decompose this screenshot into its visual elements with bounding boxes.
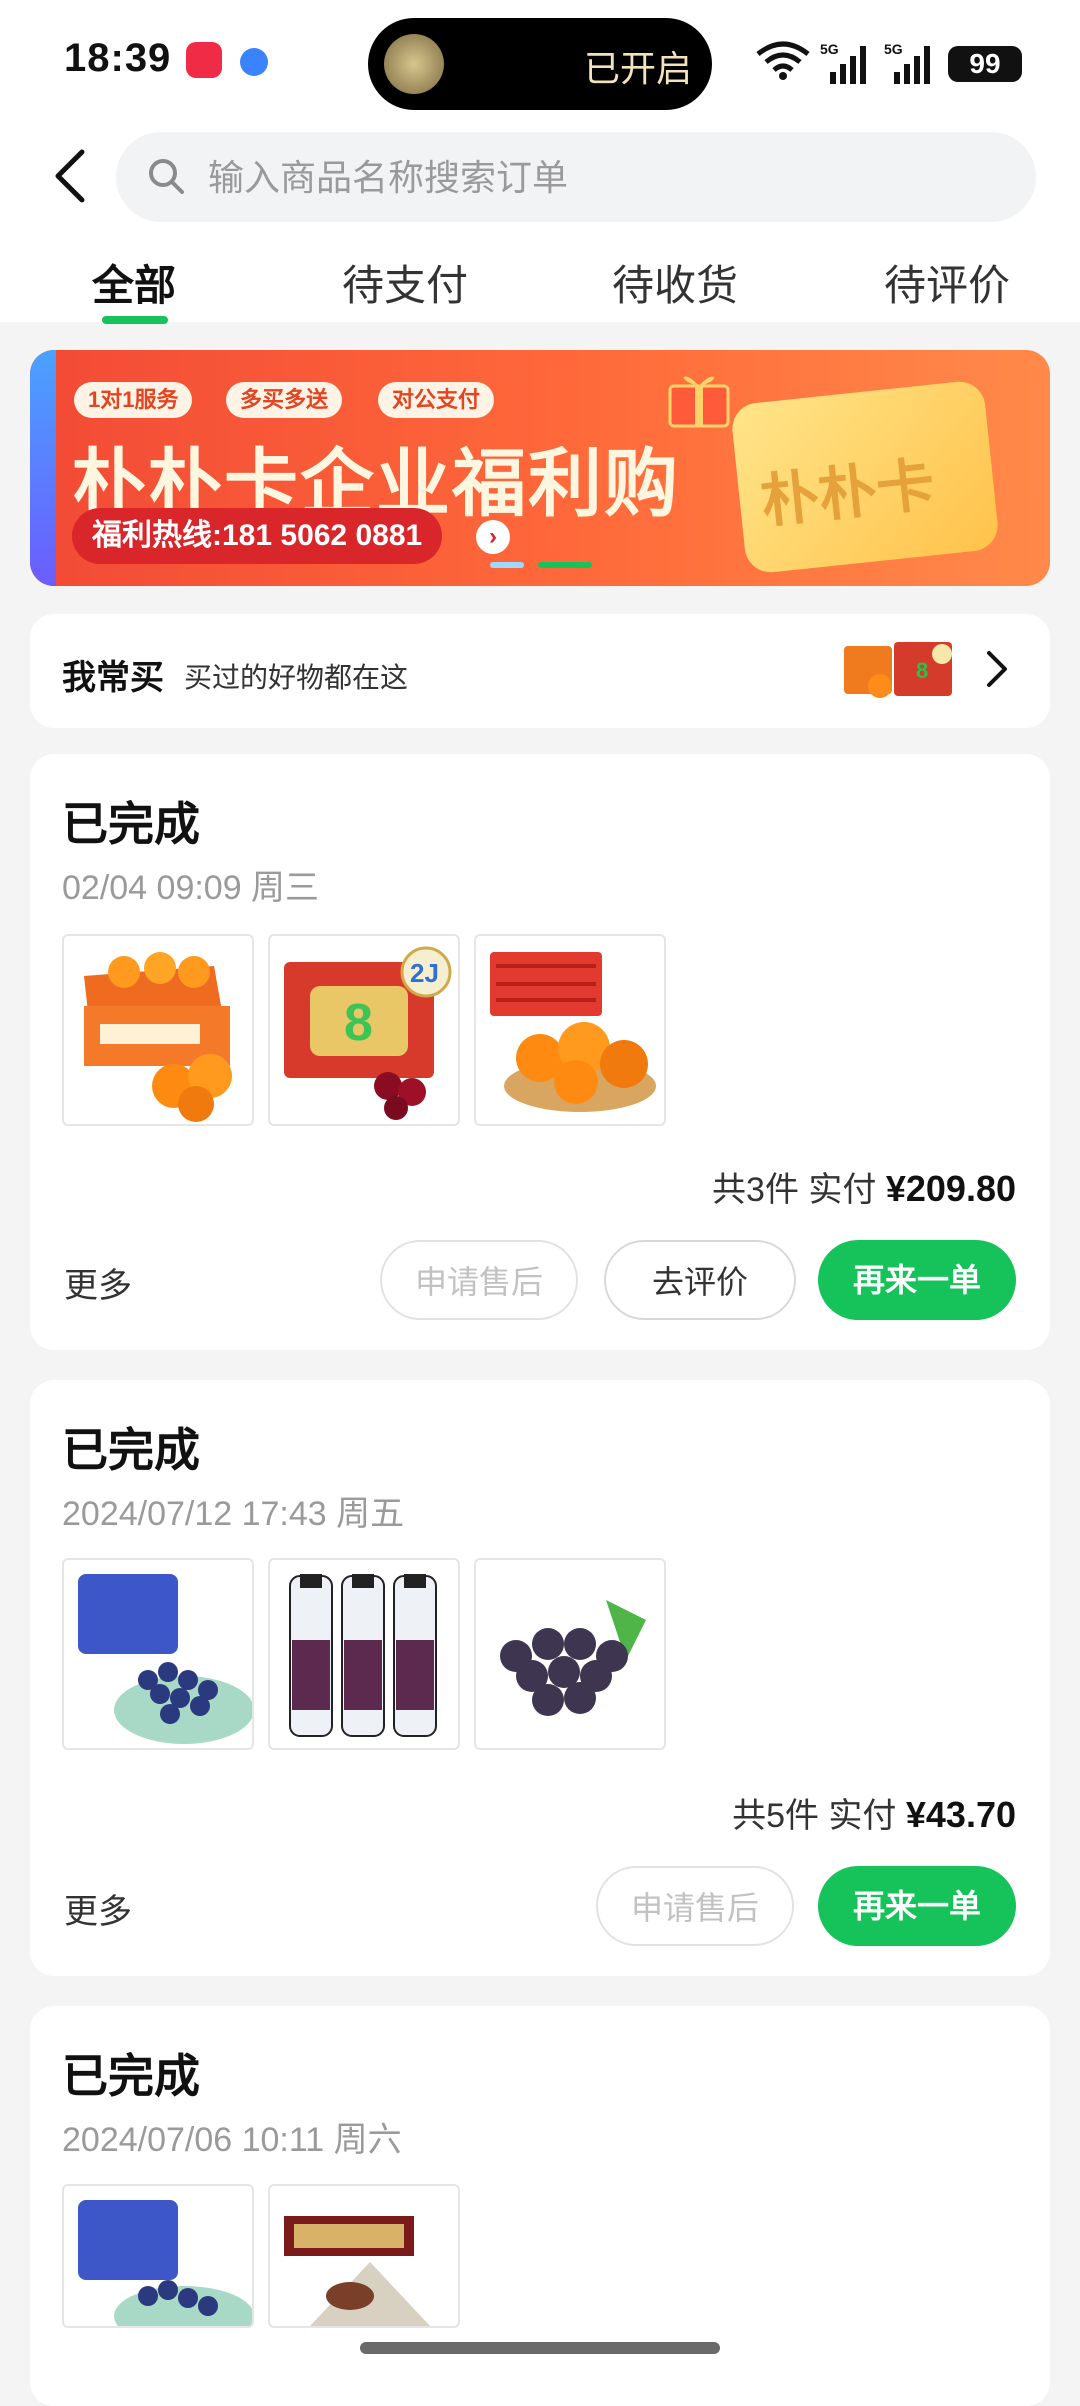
gift-icon (668, 376, 730, 428)
more-link[interactable]: 更多 (64, 1884, 132, 1933)
svg-text:5G: 5G (820, 41, 839, 57)
banner-hotline[interactable]: 福利热线:181 5062 0881 (72, 508, 443, 564)
banner-tag: 多买多送 (226, 382, 343, 418)
order-amount: ¥209.80 (885, 1168, 1016, 1209)
order-total-prefix: 共5件 实付 (732, 1797, 897, 1835)
svg-text:8: 8 (344, 994, 373, 1052)
app-notification-icon (240, 48, 268, 76)
wifi-icon (756, 41, 810, 80)
frequent-thumbnails: 8 (844, 642, 952, 698)
after-sale-button[interactable]: 申请售后 (380, 1240, 578, 1320)
app-notification-icon (186, 42, 222, 78)
more-link[interactable]: 更多 (64, 1258, 132, 1307)
order-status: 已完成 (62, 2050, 200, 2102)
product-thumbnail-blueberries[interactable] (62, 2184, 254, 2328)
product-thumbnail-red-bean-zongzi[interactable] (268, 2184, 460, 2328)
tab-all[interactable]: 全部 (92, 252, 176, 313)
tab-pending-payment[interactable]: 待支付 (342, 252, 468, 313)
search-icon (149, 159, 184, 194)
after-sale-button[interactable]: 申请售后 (596, 1866, 794, 1946)
product-thumbnail-blueberries[interactable] (62, 1558, 254, 1750)
banner-edge-decoration (30, 350, 56, 586)
product-thumbnail-orange-basket[interactable] (474, 934, 666, 1126)
carousel-dot-active[interactable] (538, 562, 592, 568)
order-total: 共5件 实付 ¥43.70 (732, 1788, 1016, 1837)
flashlight-icon (384, 34, 444, 94)
product-thumbnail-grapes[interactable] (474, 1558, 666, 1750)
svg-text:8: 8 (916, 658, 928, 683)
chevron-right-icon: › (476, 520, 510, 554)
order-date: 02/04 09:09 周三 (62, 869, 320, 907)
product-thumbnail-drink-bottles[interactable] (268, 1558, 460, 1750)
svg-text:5G: 5G (884, 41, 903, 57)
signal-5g-icon: 5G (884, 41, 930, 84)
svg-text:2J: 2J (410, 958, 439, 988)
chevron-right-icon[interactable] (986, 650, 1008, 688)
signal-5g-icon: 5G (820, 41, 866, 84)
carousel-dot[interactable] (490, 562, 524, 568)
reorder-button[interactable]: 再来一单 (818, 1240, 1016, 1320)
tab-pending-review[interactable]: 待评价 (884, 252, 1010, 313)
frequent-title: 我常买 (62, 659, 164, 697)
banner-tag: 对公支付 (378, 382, 495, 418)
search-input[interactable]: 输入商品名称搜索订单 (208, 150, 568, 206)
tab-pending-delivery[interactable]: 待收货 (612, 252, 738, 313)
battery-icon: 99 (948, 46, 1022, 82)
product-thumbnail-orange-box[interactable] (62, 934, 254, 1126)
order-date: 2024/07/12 17:43 周五 (62, 1495, 405, 1533)
order-status: 已完成 (62, 798, 200, 850)
reorder-button[interactable]: 再来一单 (818, 1866, 1016, 1946)
active-tab-indicator (102, 316, 168, 324)
banner-tag: 1对1服务 (74, 382, 193, 418)
order-total: 共3件 实付 ¥209.80 (712, 1162, 1016, 1211)
product-thumbnail-cherry-box[interactable]: 8 2J (268, 934, 460, 1126)
island-status-text: 已开启 (584, 48, 693, 89)
order-status: 已完成 (62, 1424, 200, 1476)
order-total-prefix: 共3件 实付 (712, 1171, 877, 1209)
frequent-subtitle: 买过的好物都在这 (184, 662, 409, 693)
back-button[interactable] (50, 148, 90, 204)
home-indicator (360, 2342, 720, 2354)
review-button[interactable]: 去评价 (604, 1240, 796, 1320)
status-time: 18:39 (64, 36, 172, 80)
order-amount: ¥43.70 (905, 1794, 1016, 1835)
order-date: 2024/07/06 10:11 周六 (62, 2121, 402, 2159)
